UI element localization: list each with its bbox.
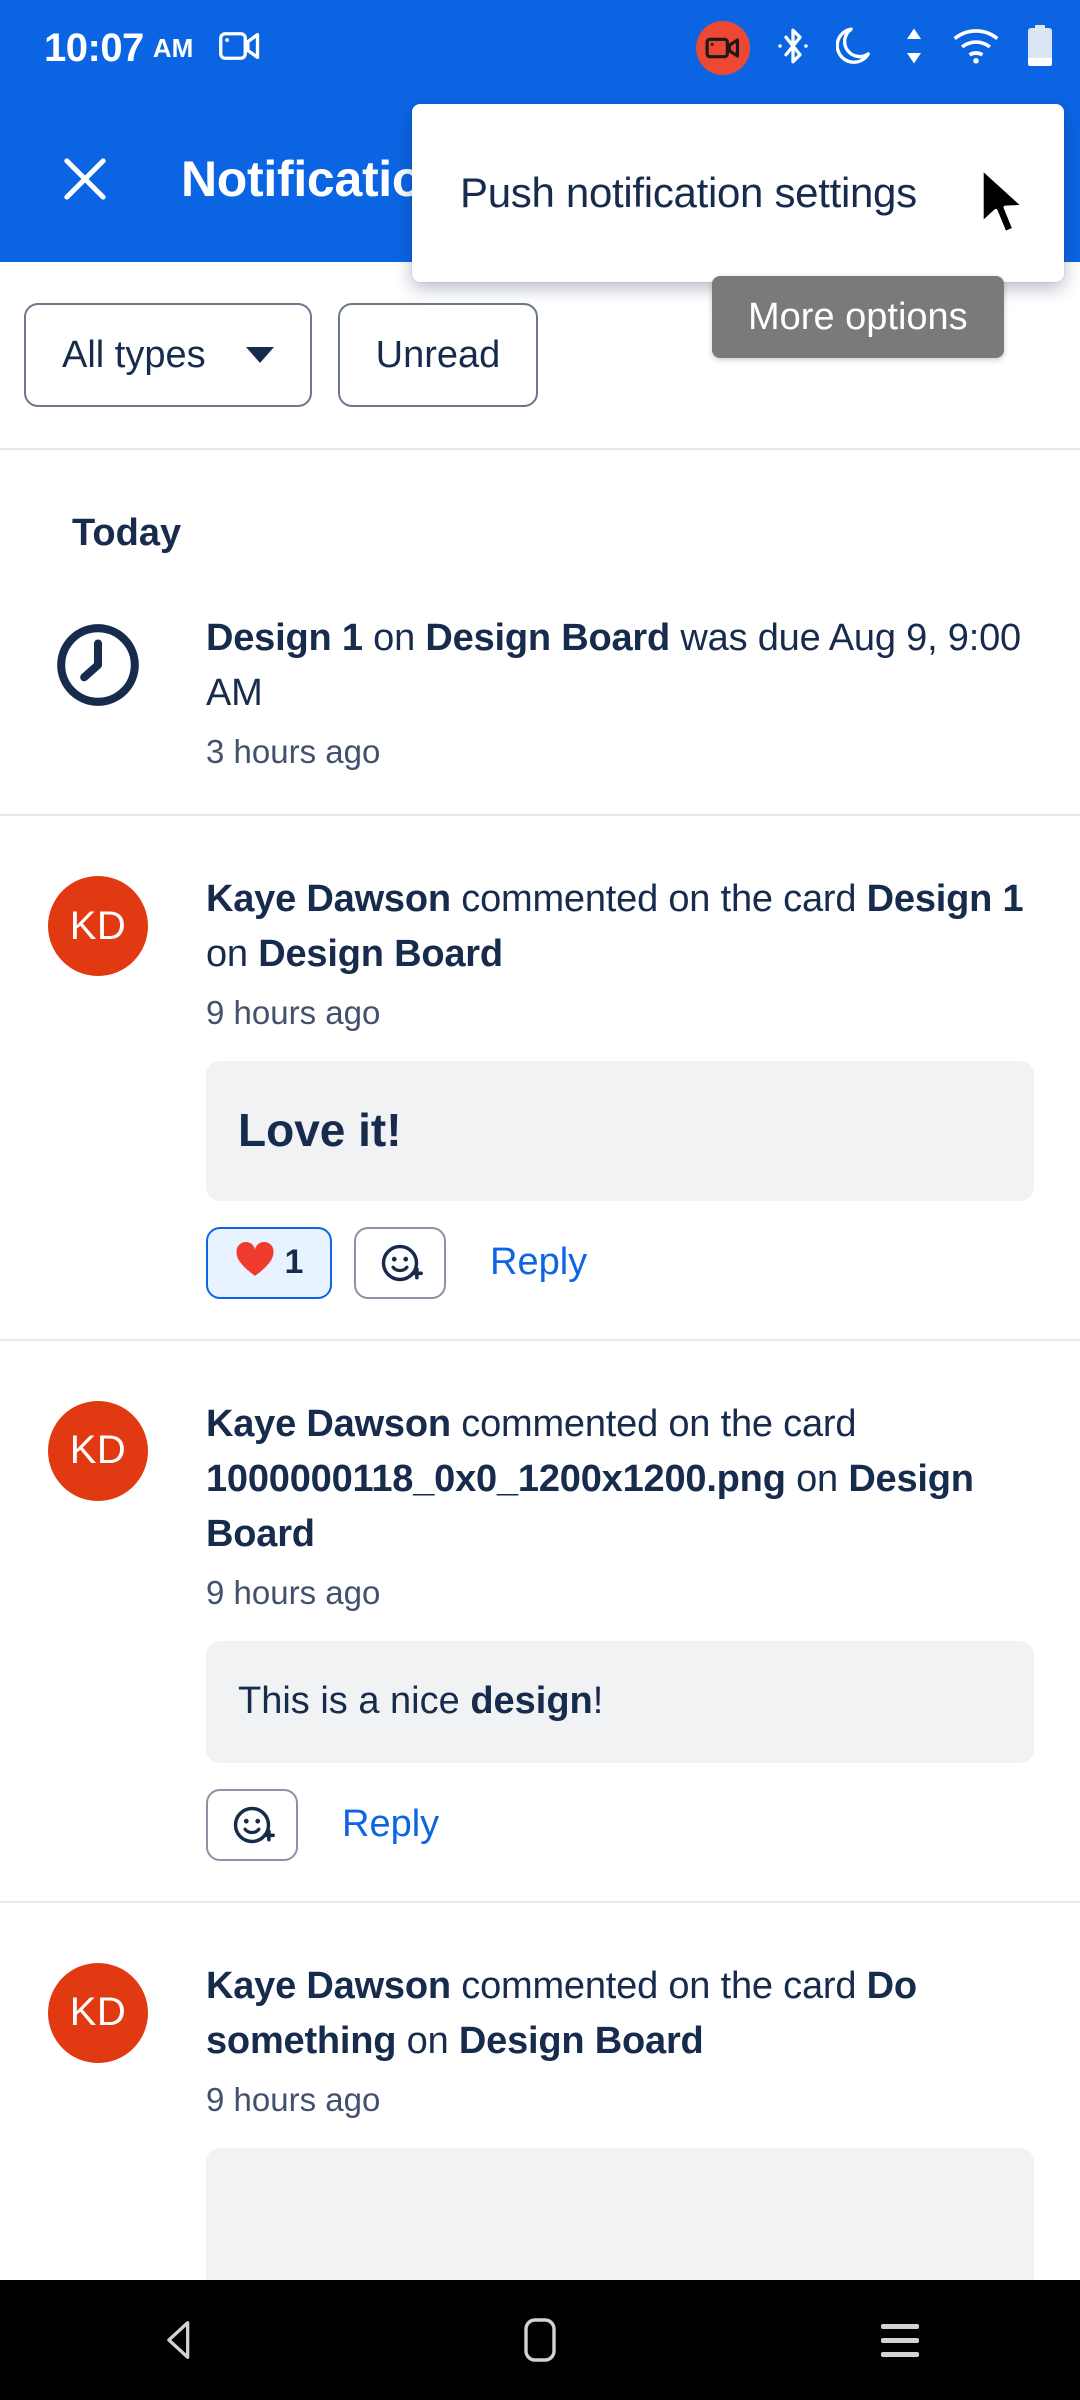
notification-body: Kaye Dawson commented on the card 100000… — [154, 1397, 1044, 1861]
notification-timestamp: 9 hours ago — [206, 2080, 381, 2118]
notification-text: Kaye Dawson commented on the card Do som… — [206, 1964, 917, 2062]
data-transfer-icon — [902, 25, 926, 72]
comment-bubble — [206, 2147, 1034, 2280]
filter-chip-unread[interactable]: Unread — [337, 303, 539, 407]
filter-chip-all-types-label: All types — [62, 333, 206, 376]
tooltip-label: More options — [748, 295, 968, 338]
status-bar-ampm: AM — [152, 33, 194, 63]
status-bar: 10:07 AM — [0, 0, 1080, 96]
recents-icon[interactable] — [825, 2280, 975, 2400]
comment-text-tail: ! — [592, 1680, 604, 1723]
filter-chip-unread-label: Unread — [375, 333, 501, 376]
comment-actions: 1 Reply — [206, 1226, 1034, 1299]
screen-cast-icon — [219, 30, 261, 67]
notification-text: Kaye Dawson commented on the card Design… — [206, 878, 1024, 976]
more-options-tooltip: More options — [712, 276, 1004, 358]
status-bar-left-icons — [219, 30, 261, 67]
notification-list[interactable]: Today Design 1 on Design Board was due A… — [0, 450, 1080, 2280]
heart-icon — [235, 1241, 275, 1284]
notification-timestamp: 9 hours ago — [206, 1574, 381, 1612]
notification-item[interactable]: Design 1 on Design Board was due Aug 9, … — [0, 555, 1080, 817]
avatar: KD — [48, 1400, 148, 1501]
chevron-down-icon — [245, 347, 274, 363]
clock-icon — [48, 615, 148, 715]
filter-chip-all-types[interactable]: All types — [24, 303, 312, 407]
do-not-disturb-icon — [835, 25, 876, 72]
notification-body: Design 1 on Design Board was due Aug 9, … — [154, 611, 1044, 774]
reaction-count: 1 — [284, 1243, 304, 1282]
avatar: KD — [48, 876, 148, 977]
recents-lines — [881, 2323, 919, 2357]
notification-timestamp: 3 hours ago — [206, 733, 381, 771]
bluetooth-icon — [776, 25, 810, 72]
notification-timestamp: 9 hours ago — [206, 994, 381, 1032]
back-icon[interactable] — [105, 2280, 255, 2400]
notification-item[interactable]: KD Kaye Dawson commented on the card Des… — [0, 816, 1080, 1341]
reaction-chip-heart[interactable]: 1 — [206, 1226, 332, 1299]
comment-bubble: Love it! — [206, 1061, 1034, 1201]
screen-record-icon — [696, 21, 750, 75]
avatar: KD — [48, 1962, 148, 2063]
section-header-today: Today — [72, 512, 182, 554]
notification-body: Kaye Dawson commented on the card Design… — [154, 872, 1044, 1299]
notification-text: Design 1 on Design Board was due Aug 9, … — [206, 617, 1021, 715]
notification-item[interactable]: KD Kaye Dawson commented on the card 100… — [0, 1341, 1080, 1903]
reply-link[interactable]: Reply — [342, 1803, 439, 1846]
comment-text-lead: This is a nice — [238, 1680, 471, 1723]
comment-actions: Reply — [206, 1788, 1034, 1861]
status-bar-time: 10:07 — [44, 26, 144, 70]
close-icon[interactable] — [37, 131, 133, 227]
notification-avatar — [48, 611, 154, 774]
home-icon[interactable] — [465, 2280, 615, 2400]
comment-bubble: This is a nice design! — [206, 1641, 1034, 1763]
notification-item[interactable]: KD Kaye Dawson commented on the card Do … — [0, 1903, 1080, 2280]
add-reaction-icon[interactable] — [354, 1226, 446, 1299]
notification-text: Kaye Dawson commented on the card 100000… — [206, 1402, 974, 1556]
status-bar-right-icons — [696, 21, 1054, 75]
phone-screen: 10:07 AM Notifications All types Unread … — [0, 0, 1080, 2400]
add-reaction-icon[interactable] — [206, 1788, 298, 1861]
notification-avatar: KD — [48, 1959, 154, 2280]
battery-icon — [1026, 24, 1054, 73]
overflow-menu-popup[interactable]: Push notification settings — [412, 104, 1064, 282]
wifi-icon — [952, 27, 1000, 70]
android-nav-bar — [0, 2280, 1080, 2400]
notification-body: Kaye Dawson commented on the card Do som… — [154, 1959, 1044, 2280]
notification-avatar: KD — [48, 1397, 154, 1861]
reply-link[interactable]: Reply — [490, 1241, 587, 1284]
menu-item-push-notification-settings[interactable]: Push notification settings — [412, 169, 917, 217]
comment-text-bold: design — [470, 1680, 593, 1723]
notification-avatar: KD — [48, 872, 154, 1299]
